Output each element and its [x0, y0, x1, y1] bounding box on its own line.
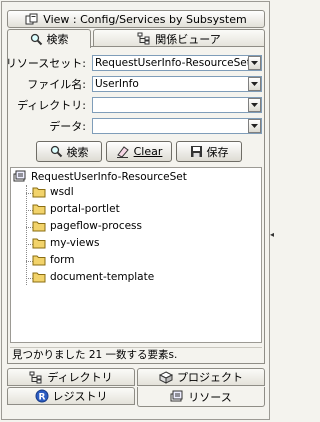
magnifier-icon [30, 33, 43, 46]
tree-item-label: form [50, 254, 75, 266]
directory-icon [29, 371, 43, 384]
search-button-label: 検索 [66, 145, 89, 159]
save-button[interactable]: 保存 [176, 141, 242, 162]
folder-icon [32, 237, 46, 249]
resource-set-label: リソースセット: [5, 56, 86, 70]
tree-item-label: wsdl [50, 186, 74, 198]
chevron-down-icon[interactable] [248, 76, 261, 91]
registry-icon: R [35, 389, 49, 403]
chevron-down-icon[interactable] [248, 55, 261, 70]
folder-icon [32, 254, 46, 266]
folder-icon [32, 220, 46, 232]
data-row: データ: [8, 117, 264, 134]
directory-combo[interactable] [92, 96, 262, 113]
directory-row: ディレクトリ: [8, 96, 264, 113]
tab-registry[interactable]: R レジストリ [7, 387, 135, 405]
tree-item[interactable]: my-views [32, 237, 99, 249]
tree-item[interactable]: pageflow-process [32, 220, 142, 232]
tab-search[interactable]: 検索 [7, 29, 91, 48]
tab-search-label: 検索 [46, 33, 69, 46]
view-title: View : Config/Services by Subsystem [43, 12, 247, 26]
tree-item-label: document-template [50, 271, 155, 283]
view-icon [25, 13, 39, 26]
status-bar: 見つかりました 21 一数する要素s. [10, 347, 262, 361]
view-selector-button[interactable]: View : Config/Services by Subsystem [7, 10, 265, 28]
file-name-value: UserInfo [95, 77, 139, 90]
tab-resource-label: リソース [188, 390, 232, 404]
folder-icon [32, 186, 46, 198]
svg-text:R: R [38, 393, 45, 403]
tab-registry-label: レジストリ [52, 390, 108, 403]
tab-relation-viewer-label: 関係ビューア [155, 32, 221, 46]
folder-icon [32, 271, 46, 283]
project-icon [159, 370, 173, 384]
tab-resource[interactable]: リソース [137, 387, 265, 407]
search-button[interactable]: 検索 [36, 141, 102, 162]
bottom-tab-bar: ディレクトリ プロジェクト R レジストリ リソース [7, 368, 265, 416]
resource-icon [170, 390, 184, 403]
directory-label: ディレクトリ: [17, 98, 86, 112]
file-name-combo[interactable]: UserInfo [92, 75, 262, 92]
status-text: 見つかりました 21 一数する要素s. [12, 349, 178, 361]
clear-button[interactable]: Clear [106, 141, 172, 162]
tree-item[interactable]: portal-portlet [32, 203, 120, 215]
chevron-down-icon[interactable] [248, 118, 261, 133]
tab-project-label: プロジェクト [177, 371, 243, 384]
clear-button-label: Clear [133, 145, 163, 158]
save-button-label: 保存 [206, 145, 229, 159]
tree-item[interactable]: wsdl [32, 186, 74, 198]
resource-set-icon [13, 170, 27, 183]
chevron-down-icon[interactable] [248, 97, 261, 112]
tree-guide-line [26, 185, 27, 285]
tree-item-label: my-views [50, 237, 100, 249]
tab-relation-viewer[interactable]: 関係ビューア [93, 29, 265, 47]
relation-tree-icon [137, 32, 151, 45]
tab-directory[interactable]: ディレクトリ [7, 368, 135, 386]
tab-project[interactable]: プロジェクト [137, 368, 265, 386]
result-tree[interactable]: RequestUserInfo-ResourceSet wsdl portal-… [10, 167, 262, 343]
tree-item-label: portal-portlet [50, 203, 120, 215]
tree-item[interactable]: document-template [32, 271, 154, 283]
collapse-arrow-icon[interactable]: ◂ [269, 228, 275, 240]
data-combo[interactable] [92, 117, 262, 134]
file-name-label: ファイル名: [27, 77, 86, 91]
tree-item[interactable]: form [32, 254, 74, 266]
tree-root-node[interactable]: RequestUserInfo-ResourceSet [13, 170, 187, 183]
resource-set-value: RequestUserInfo-ResourceSet [95, 56, 248, 69]
file-name-row: ファイル名: UserInfo [8, 75, 264, 92]
resource-set-row: リソースセット: RequestUserInfo-ResourceSet [5, 54, 264, 71]
tree-root-label: RequestUserInfo-ResourceSet [31, 170, 187, 183]
resource-set-select[interactable]: RequestUserInfo-ResourceSet [92, 54, 262, 71]
save-disk-icon [190, 145, 203, 158]
tab-directory-label: ディレクトリ [47, 371, 113, 384]
folder-icon [32, 203, 46, 215]
magnifier-icon [50, 145, 63, 158]
data-label: データ: [49, 119, 86, 133]
tree-item-label: pageflow-process [50, 220, 142, 232]
search-panel: リソースセット: RequestUserInfo-ResourceSet ファイ… [5, 46, 265, 364]
eraser-icon [116, 145, 130, 158]
resource-browser-panel: View : Config/Services by Subsystem 検索 関… [1, 1, 270, 420]
top-tab-bar: 検索 関係ビューア [7, 29, 265, 48]
